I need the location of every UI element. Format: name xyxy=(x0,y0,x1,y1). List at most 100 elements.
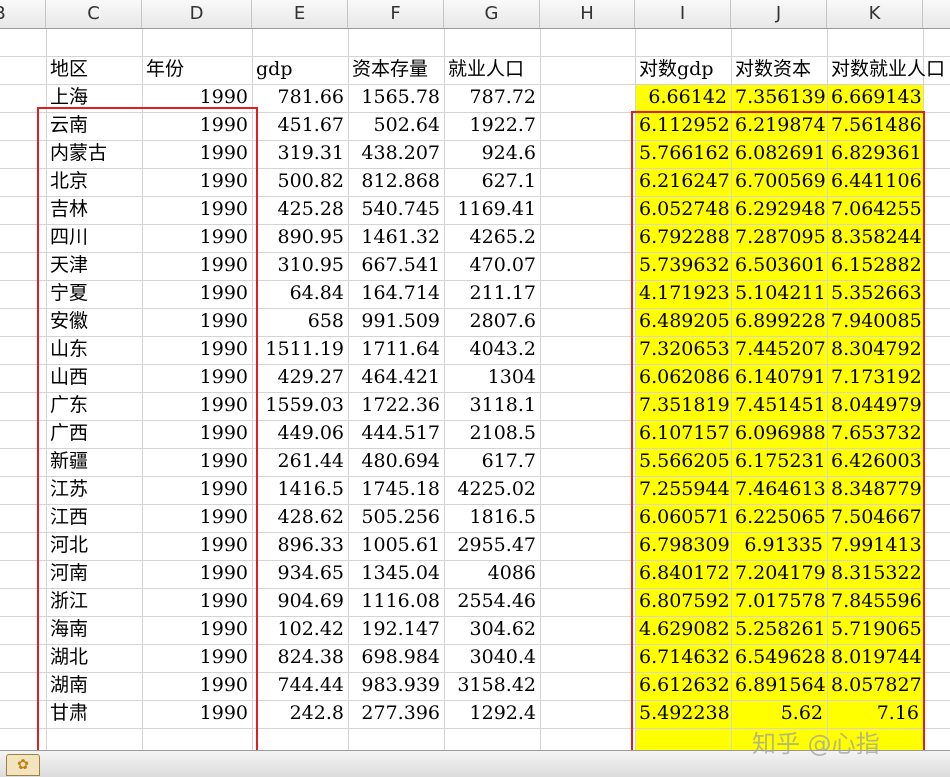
table-cell[interactable]: 北京 xyxy=(46,168,142,195)
table-cell[interactable]: 787.72 xyxy=(444,84,540,111)
table-cell[interactable]: 江苏 xyxy=(46,476,142,503)
table-cell[interactable]: 8.044979 xyxy=(827,392,923,419)
table-cell[interactable]: 744.44 xyxy=(252,672,348,699)
table-cell[interactable]: 698.984 xyxy=(348,644,444,671)
table-cell[interactable]: 湖南 xyxy=(46,672,142,699)
table-cell[interactable]: 6.062086 xyxy=(635,364,731,391)
table-cell[interactable]: 6.426003 xyxy=(827,448,923,475)
table-cell[interactable]: 8.348779 xyxy=(827,476,923,503)
table-cell[interactable]: 6.669143 xyxy=(827,84,923,111)
table-cell[interactable]: 天津 xyxy=(46,252,142,279)
header-cell[interactable]: 对数就业人口 xyxy=(827,56,949,83)
table-cell[interactable]: 242.8 xyxy=(252,700,348,727)
column-header-k[interactable]: K xyxy=(827,0,923,28)
table-cell[interactable]: 7.940085 xyxy=(827,308,923,335)
table-cell[interactable]: 890.95 xyxy=(252,224,348,251)
table-cell[interactable]: 5.739632 xyxy=(635,252,731,279)
column-header-c[interactable]: C xyxy=(46,0,142,28)
table-cell[interactable]: 6.441106 xyxy=(827,168,923,195)
table-cell[interactable]: 5.258261 xyxy=(731,616,827,643)
table-cell[interactable]: 983.939 xyxy=(348,672,444,699)
spreadsheet[interactable]: BCDEFGHIJK 地区年份gdp资本存量就业人口 对数gdp对数资本对数就业人口… xyxy=(0,0,950,777)
table-cell[interactable]: 2108.5 xyxy=(444,420,540,447)
table-cell[interactable]: 1990 xyxy=(142,364,252,391)
table-cell[interactable]: 7.356139 xyxy=(731,84,827,111)
table-cell[interactable]: 8.358244 xyxy=(827,224,923,251)
table-cell[interactable]: 1990 xyxy=(142,168,252,195)
table-cell[interactable]: 7.287095 xyxy=(731,224,827,251)
table-cell[interactable]: 6.489205 xyxy=(635,308,731,335)
table-cell[interactable]: 7.653732 xyxy=(827,420,923,447)
table-cell[interactable]: 812.868 xyxy=(348,168,444,195)
table-cell[interactable]: 1169.41 xyxy=(444,196,540,223)
table-cell[interactable]: 1990 xyxy=(142,420,252,447)
table-cell[interactable]: 新疆 xyxy=(46,448,142,475)
header-cell[interactable]: 对数资本 xyxy=(731,56,827,83)
table-cell[interactable]: 6.829361 xyxy=(827,140,923,167)
table-cell[interactable]: 451.67 xyxy=(252,112,348,139)
table-cell[interactable]: 四川 xyxy=(46,224,142,251)
header-cell[interactable]: 就业人口 xyxy=(444,56,540,83)
table-cell[interactable]: 428.62 xyxy=(252,504,348,531)
table-cell[interactable]: 540.745 xyxy=(348,196,444,223)
table-cell[interactable]: 1990 xyxy=(142,224,252,251)
table-cell[interactable]: 1990 xyxy=(142,140,252,167)
table-cell[interactable]: 1292.4 xyxy=(444,700,540,727)
table-cell[interactable]: 6.66142 xyxy=(635,84,731,111)
table-cell[interactable]: 2807.6 xyxy=(444,308,540,335)
table-cell[interactable]: 1990 xyxy=(142,644,252,671)
table-cell[interactable]: 7.445207 xyxy=(731,336,827,363)
table-cell[interactable]: 261.44 xyxy=(252,448,348,475)
table-cell[interactable]: 5.566205 xyxy=(635,448,731,475)
header-cell[interactable]: 年份 xyxy=(142,56,252,83)
table-cell[interactable]: 500.82 xyxy=(252,168,348,195)
table-cell[interactable]: 505.256 xyxy=(348,504,444,531)
table-cell[interactable]: 8.019744 xyxy=(827,644,923,671)
table-cell[interactable]: 1990 xyxy=(142,700,252,727)
table-cell[interactable]: 667.541 xyxy=(348,252,444,279)
table-cell[interactable]: 1990 xyxy=(142,196,252,223)
table-cell[interactable]: 449.06 xyxy=(252,420,348,447)
table-cell[interactable]: 824.38 xyxy=(252,644,348,671)
table-cell[interactable]: 1990 xyxy=(142,504,252,531)
table-cell[interactable]: 5.719065 xyxy=(827,616,923,643)
table-cell[interactable]: 425.28 xyxy=(252,196,348,223)
table-cell[interactable]: 1511.19 xyxy=(252,336,348,363)
table-cell[interactable]: 江西 xyxy=(46,504,142,531)
column-header-f[interactable]: F xyxy=(348,0,444,28)
header-cell[interactable]: 地区 xyxy=(46,56,142,83)
table-cell[interactable]: 924.6 xyxy=(444,140,540,167)
table-cell[interactable]: 4043.2 xyxy=(444,336,540,363)
column-header-h[interactable]: H xyxy=(540,0,635,28)
table-cell[interactable]: 1990 xyxy=(142,448,252,475)
table-cell[interactable]: 7.204179 xyxy=(731,560,827,587)
table-cell[interactable]: 1565.78 xyxy=(348,84,444,111)
table-cell[interactable]: 1745.18 xyxy=(348,476,444,503)
column-header-d[interactable]: D xyxy=(142,0,252,28)
table-cell[interactable]: 5.352663 xyxy=(827,280,923,307)
table-cell[interactable]: 6.219874 xyxy=(731,112,827,139)
sheet-tab-icon[interactable]: ✿ xyxy=(6,754,40,776)
table-cell[interactable]: 6.807592 xyxy=(635,588,731,615)
table-cell[interactable]: 7.017578 xyxy=(731,588,827,615)
header-cell[interactable]: 对数gdp xyxy=(635,56,731,83)
table-cell[interactable]: 6.798309 xyxy=(635,532,731,559)
table-cell[interactable]: 304.62 xyxy=(444,616,540,643)
table-cell[interactable]: 甘肃 xyxy=(46,700,142,727)
table-cell[interactable]: 5.62 xyxy=(731,700,827,727)
table-cell[interactable]: 广西 xyxy=(46,420,142,447)
table-cell[interactable]: 1990 xyxy=(142,280,252,307)
table-cell[interactable]: 6.096988 xyxy=(731,420,827,447)
table-cell[interactable]: 浙江 xyxy=(46,588,142,615)
table-cell[interactable]: 7.320653 xyxy=(635,336,731,363)
table-cell[interactable]: 934.65 xyxy=(252,560,348,587)
table-cell[interactable]: 5.766162 xyxy=(635,140,731,167)
table-cell[interactable]: 3040.4 xyxy=(444,644,540,671)
table-cell[interactable]: 1922.7 xyxy=(444,112,540,139)
table-cell[interactable]: 64.84 xyxy=(252,280,348,307)
table-cell[interactable]: 7.504667 xyxy=(827,504,923,531)
table-cell[interactable]: 192.147 xyxy=(348,616,444,643)
table-cell[interactable]: 470.07 xyxy=(444,252,540,279)
table-cell[interactable]: 464.421 xyxy=(348,364,444,391)
table-cell[interactable]: 1990 xyxy=(142,308,252,335)
